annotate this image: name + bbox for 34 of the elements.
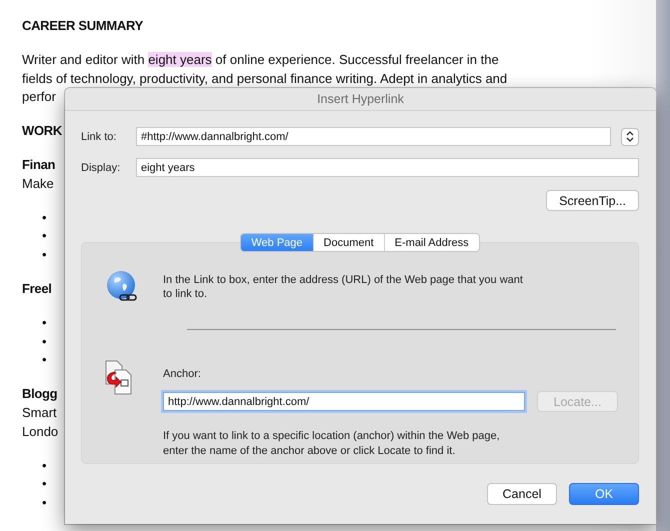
field-label: Link to: <box>81 130 118 142</box>
bullet-mark: • <box>42 208 47 227</box>
bullet-mark: • <box>42 351 47 370</box>
text-line: Make <box>22 174 54 193</box>
up-down-arrows-icon <box>626 131 634 142</box>
window-title: Insert Hyperlink <box>65 88 656 111</box>
bullet-mark: • <box>42 314 47 332</box>
heading: Finan <box>22 156 56 174</box>
cancel-button[interactable]: Cancel <box>487 483 557 505</box>
screentip-button[interactable]: ScreenTip... <box>546 190 639 211</box>
heading: Blogg <box>22 385 58 404</box>
text-line: Smart <box>22 404 57 422</box>
help-text: If you want to link to a specific location (anchor) within the Web page, enter the name of the anchor above or click Locate to find it. <box>163 429 501 459</box>
bullet-mark: • <box>42 227 47 246</box>
bullet-mark: • <box>42 456 47 475</box>
display-field[interactable]: eight years <box>136 158 639 177</box>
paragraph-line: perfor <box>22 88 56 106</box>
anchor-field[interactable]: http://www.dannalbright.com/ <box>163 392 525 411</box>
info-text: In the Link to box, enter the address (URL) of the Web page that you want to link to. <box>163 273 524 302</box>
heading: CAREER SUMMARY <box>22 17 143 35</box>
bullet-mark: • <box>42 494 47 512</box>
heading: Freel <box>22 280 52 298</box>
link-to-field[interactable]: #http://www.dannalbright.com/ <box>136 127 611 146</box>
heading: WORK <box>22 122 62 140</box>
tab[interactable]: E-mail Address <box>384 234 479 251</box>
stepper-button[interactable] <box>621 128 639 146</box>
paragraph-line: fields of technology, productivity, and personal finance writing. Adept in analytics and <box>22 70 508 88</box>
paragraph-line: Writer and editor with eight years of online experience. Successful freelancer in the <box>22 50 499 69</box>
bullet-mark: • <box>42 475 47 494</box>
bullet-mark: • <box>42 332 47 351</box>
text-line: Londo <box>22 422 58 441</box>
field-label: Anchor: <box>163 368 202 380</box>
field-label: Display: <box>81 162 122 174</box>
bullet-mark: • <box>42 246 47 264</box>
